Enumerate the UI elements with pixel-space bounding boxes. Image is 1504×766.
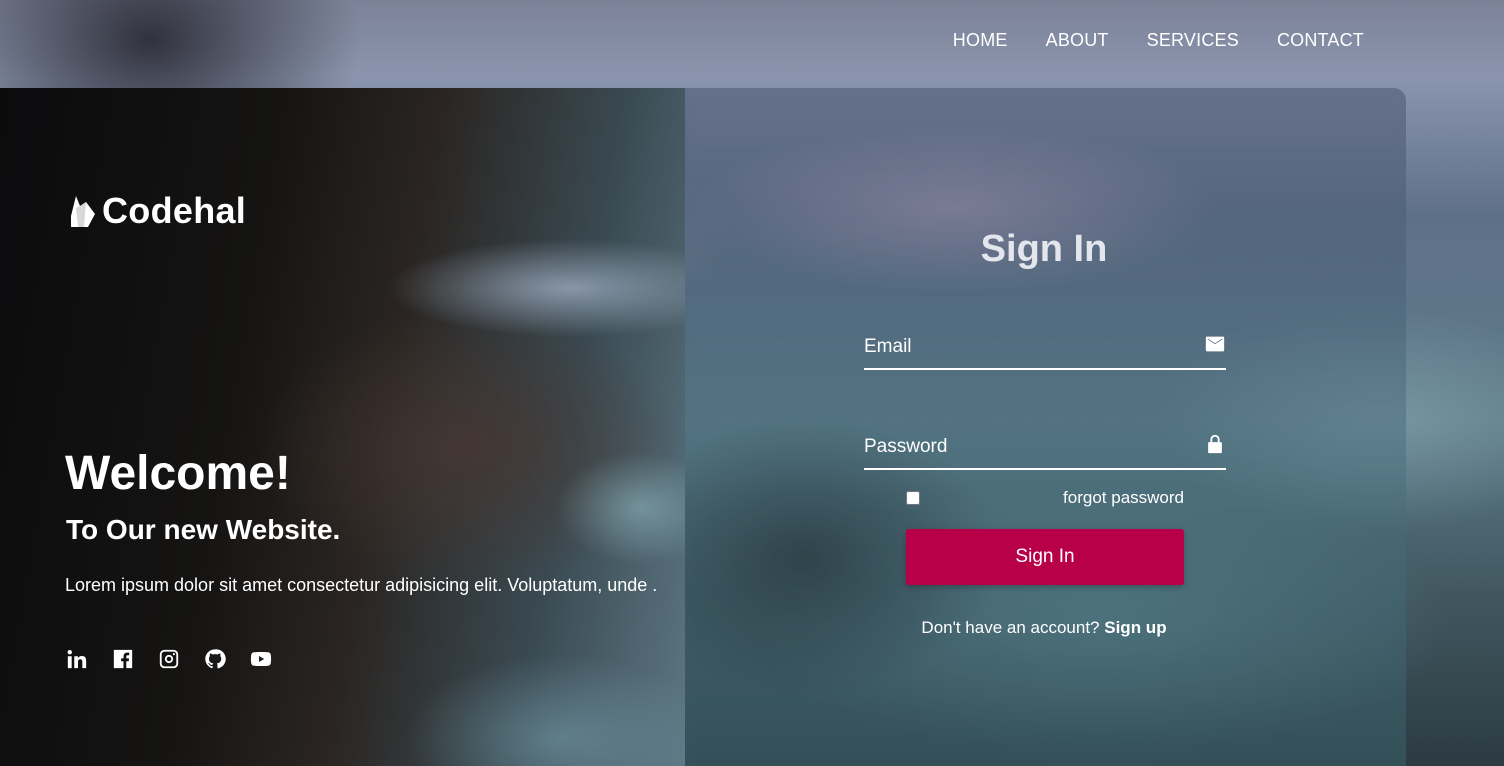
hero-subtitle: To Our new Website.: [66, 514, 341, 545]
nav-home-link[interactable]: HOME: [953, 30, 1008, 51]
youtube-icon[interactable]: [250, 648, 272, 670]
instagram-icon[interactable]: [158, 648, 180, 670]
password-field-wrapper: [864, 426, 1226, 470]
social-links: [66, 648, 272, 670]
forgot-password-link[interactable]: forgot password: [1063, 488, 1184, 508]
facebook-icon[interactable]: [112, 648, 134, 670]
nav-services-link[interactable]: SERVICES: [1147, 30, 1239, 51]
signin-button[interactable]: Sign In: [906, 529, 1184, 585]
remember-row: forgot password: [906, 488, 1184, 508]
signin-title: Sign In: [980, 228, 1108, 270]
signin-panel: Sign In forgot password Sign In Don't ha…: [685, 88, 1406, 766]
email-field[interactable]: [864, 326, 1226, 368]
nav-contact-link[interactable]: CONTACT: [1277, 30, 1364, 51]
github-icon[interactable]: [204, 648, 226, 670]
remember-checkbox[interactable]: [906, 491, 920, 505]
signup-prompt: Don't have an account? Sign up: [863, 618, 1225, 638]
password-field[interactable]: [864, 426, 1226, 468]
email-field-wrapper: [864, 326, 1226, 370]
hero-title: Welcome!: [65, 447, 291, 500]
nav-about-link[interactable]: ABOUT: [1046, 30, 1109, 51]
linkedin-icon[interactable]: [66, 648, 88, 670]
signup-prompt-text: Don't have an account?: [921, 618, 1100, 637]
mail-icon: [1204, 333, 1226, 355]
fire-logo-icon: [70, 194, 96, 228]
main-card: Codehal Welcome! To Our new Website. Lor…: [0, 88, 1406, 766]
brand-name: Codehal: [102, 190, 247, 231]
brand-logo: Codehal: [70, 190, 246, 232]
hero-panel: Codehal Welcome! To Our new Website. Lor…: [0, 88, 685, 766]
lock-icon: [1204, 433, 1226, 455]
hero-description: Lorem ipsum dolor sit amet consectetur a…: [65, 575, 658, 595]
signup-link[interactable]: Sign up: [1104, 618, 1166, 637]
top-nav: HOME ABOUT SERVICES CONTACT: [953, 30, 1364, 51]
